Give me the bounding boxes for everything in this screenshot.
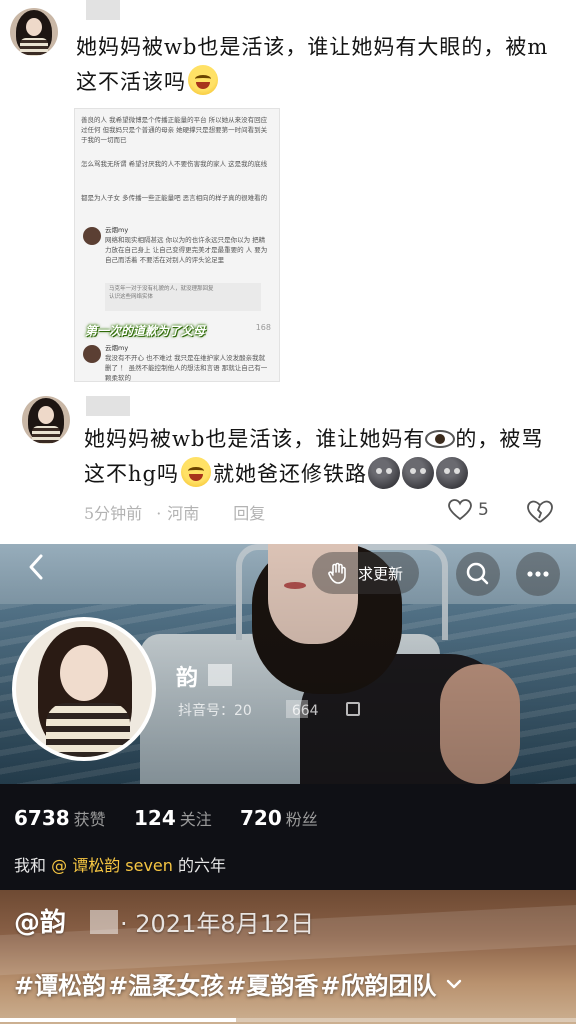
like-count: 5 [478,500,489,520]
douyin-id-blurred [286,700,308,718]
hashtag-link[interactable]: #欣韵团队 [320,966,436,1001]
copy-icon[interactable] [346,702,360,716]
embedded-avatar [83,227,101,245]
embedded-paragraph: 怎么骂我无所谓 希望讨厌我的人不要伤害我的家人 这是我的底线 [81,160,268,168]
grin-emoji-icon [188,65,218,95]
bio-mention-link[interactable]: @ 谭松韵 seven [51,856,173,875]
like-button[interactable]: 5 [448,499,489,521]
broken-heart-icon[interactable] [527,500,553,524]
commenter-name-blurred [86,0,120,20]
profile-avatar[interactable] [12,617,156,761]
comment-text: 她妈妈被wb也是活该，谁让她妈有 的，被骂 这不hg吗 就她爸还修铁路 [84,422,564,492]
embedded-screenshot[interactable]: 善良的人 我希望微博是个传播正能量的平台 所以她从来没有回应过任何 但我妈只是个… [74,108,280,382]
embedded-username: 云烟my [105,344,129,352]
stat-likes[interactable]: 6738 获赞 [14,806,106,830]
video-date: · 2021年8月12日 [120,910,315,938]
request-update-label: 求更新 [358,564,404,583]
eye-emoji-icon [425,430,456,448]
embedded-caption: 第一次的道歉为了父母 [85,324,206,338]
request-update-button[interactable]: 求更新 [312,552,420,594]
embedded-paragraph: 都是为人子女 多传播一些正能量吧 恶言相向的样子真的很难看的 [81,194,268,202]
hashtag-link[interactable]: #夏韵香 [226,966,318,1001]
search-icon [466,562,489,585]
embedded-quote: 马克年一对于没有礼貌的人，就没理那回复 认识这些网络实体 [105,283,261,311]
grin-emoji-icon [180,457,211,487]
comment-text: 她妈妈被wb也是活该，谁让她妈有大眼的，被m 这不活该吗 [76,35,549,95]
commenter-avatar[interactable] [10,8,58,56]
dark-face-emoji-icon [435,457,468,489]
embedded-reply: 网络和现实相隔甚远 你以为的也许永远只是你以为 把精力放在自己身上 让自己变得更… [105,236,268,264]
comment-meta: 5分钟前 · 河南 回复 [84,504,266,523]
more-icon [527,571,549,577]
more-button[interactable] [516,552,560,596]
embedded-avatar [83,345,101,363]
dark-face-emoji-icon [367,457,400,489]
chevron-down-icon[interactable] [444,974,464,994]
video-author[interactable]: @韵 [14,902,66,939]
video-tags: #谭松韵 #温柔女孩 #夏韵香 #欣韵团队 [14,966,464,1001]
video-progress-bar[interactable] [0,1018,576,1022]
hashtag-link[interactable]: #温柔女孩 [108,966,224,1001]
commenter-avatar[interactable] [22,396,70,444]
profile-bio: 我和 @ 谭松韵 seven 的六年 [14,856,227,875]
stat-followers[interactable]: 720 粉丝 [240,806,318,830]
dark-face-emoji-icon [401,457,434,489]
comment-location: 河南 [167,504,200,523]
stat-following[interactable]: 124 关注 [134,806,212,830]
embedded-like-count: 168 [255,323,271,332]
search-button[interactable] [456,552,500,596]
embedded-reply: 我没有不开心 也不难过 我只是在维护家人没发酸亲我就删了 ！ 虽然不能控制他人的… [105,354,268,382]
video-progress-fill [0,1018,237,1022]
heart-icon [448,499,472,521]
back-button[interactable] [16,552,56,592]
reply-button[interactable]: 回复 [233,504,265,523]
chevron-left-icon [29,554,43,580]
profile-info: 6738 获赞 124 关注 720 粉丝 我和 @ 谭松韵 seven 的六年 [0,784,576,890]
author-name-blurred [90,910,118,934]
profile-nickname: 韵 [176,666,199,691]
embedded-paragraph: 善良的人 我希望微博是个传播正能量的平台 所以她从来没有回应过任何 但我妈只是个… [81,116,268,144]
nickname-blurred [208,664,232,686]
embedded-username: 云烟my [105,226,129,234]
hand-icon [328,562,346,584]
comment-time: 5分钟前 [84,504,143,523]
commenter-name-blurred [86,396,130,416]
hashtag-link[interactable]: #谭松韵 [14,966,106,1001]
comment-thread: 她妈妈被wb也是活该，谁让她妈有大眼的，被m 这不活该吗 善良的人 我希望微博是… [0,0,576,540]
